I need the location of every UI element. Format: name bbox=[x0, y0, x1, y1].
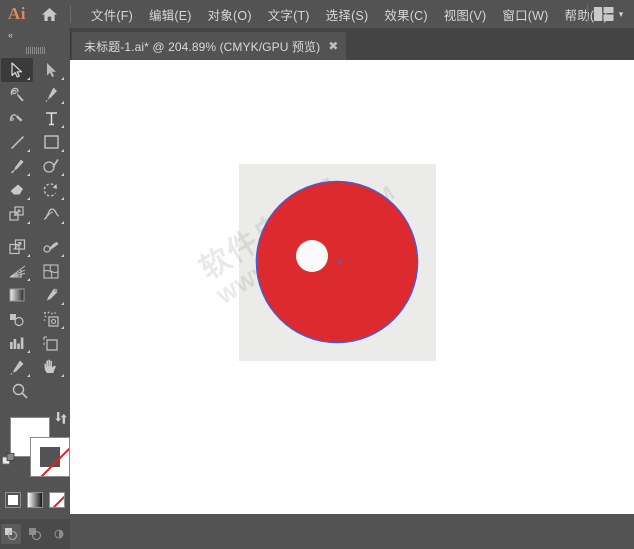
workspace-controls: ▾ bbox=[581, 0, 628, 28]
tool-flyout-indicator bbox=[61, 77, 64, 80]
default-fill-stroke-icon[interactable] bbox=[2, 453, 16, 467]
menu-item-select[interactable]: 选择(S) bbox=[318, 1, 377, 28]
pen-tool[interactable] bbox=[35, 82, 67, 106]
menu-item-list: 文件(F) 编辑(E) 对象(O) 文字(T) 选择(S) 效果(C) 视图(V… bbox=[83, 1, 616, 28]
perspective-grid-tool[interactable] bbox=[1, 259, 33, 283]
shape-builder-tool[interactable] bbox=[35, 235, 67, 259]
menu-item-window[interactable]: 窗口(W) bbox=[494, 1, 556, 28]
menu-item-effect[interactable]: 效果(C) bbox=[376, 1, 435, 28]
artboard-tool[interactable] bbox=[35, 331, 67, 355]
menu-item-view[interactable]: 视图(V) bbox=[436, 1, 495, 28]
zoom-tool[interactable] bbox=[4, 379, 36, 403]
rotate-tool[interactable] bbox=[35, 178, 67, 202]
type-tool[interactable] bbox=[35, 106, 67, 130]
draw-mode-bar bbox=[0, 519, 70, 549]
collapse-panel-icon[interactable]: « bbox=[0, 28, 70, 42]
stroke-swatch-inner bbox=[40, 447, 60, 467]
menu-item-edit[interactable]: 编辑(E) bbox=[141, 1, 200, 28]
chevron-down-icon[interactable]: ▾ bbox=[614, 0, 628, 28]
draw-normal-button[interactable] bbox=[1, 524, 21, 544]
tool-flyout-indicator bbox=[27, 77, 30, 80]
symbol-sprayer-tool[interactable] bbox=[35, 307, 67, 331]
tool-flyout-indicator bbox=[27, 278, 30, 281]
workspace-layout-icon[interactable] bbox=[594, 7, 614, 21]
workspace-divider bbox=[587, 5, 588, 23]
tool-flyout-indicator bbox=[61, 254, 64, 257]
home-icon[interactable] bbox=[34, 0, 64, 28]
rectangle-tool[interactable] bbox=[35, 130, 67, 154]
selection-tool[interactable] bbox=[1, 58, 33, 82]
draw-inside-button[interactable] bbox=[49, 524, 69, 544]
slice-tool[interactable] bbox=[1, 355, 33, 379]
white-circle[interactable] bbox=[296, 240, 328, 272]
center-anchor-point: × bbox=[336, 257, 343, 267]
tool-flyout-indicator bbox=[27, 350, 30, 353]
tool-flyout-indicator bbox=[61, 125, 64, 128]
app-logo-icon: Ai bbox=[8, 4, 26, 23]
shaper-tool[interactable] bbox=[35, 154, 67, 178]
menu-item-type[interactable]: 文字(T) bbox=[260, 1, 318, 28]
column-graph-tool[interactable] bbox=[1, 331, 33, 355]
draw-behind-button[interactable] bbox=[25, 524, 45, 544]
swap-fill-stroke-icon[interactable] bbox=[54, 411, 68, 425]
paintbrush-tool[interactable] bbox=[1, 154, 33, 178]
scale-tool[interactable] bbox=[1, 202, 33, 226]
eyedropper-tool[interactable] bbox=[35, 283, 67, 307]
tool-flyout-indicator bbox=[61, 149, 64, 152]
tool-flyout-indicator bbox=[61, 173, 64, 176]
document-canvas[interactable]: 软件自学网 WWW.RJZXW.COM × bbox=[70, 60, 634, 514]
tool-flyout-indicator bbox=[61, 197, 64, 200]
tool-flyout-indicator bbox=[61, 326, 64, 329]
tool-flyout-indicator bbox=[27, 254, 30, 257]
tool-flyout-indicator bbox=[27, 197, 30, 200]
panel-drag-handle[interactable] bbox=[0, 42, 70, 58]
illustrator-window: Ai 文件(F) 编辑(E) 对象(O) 文字(T) 选择(S) 效果(C) 视… bbox=[0, 0, 634, 549]
menu-item-file[interactable]: 文件(F) bbox=[83, 1, 141, 28]
gradient-tool[interactable] bbox=[1, 283, 33, 307]
tool-grid bbox=[0, 58, 70, 403]
width-tool[interactable] bbox=[35, 202, 67, 226]
document-tab-bar: 未标题-1.ai* @ 204.89% (CMYK/GPU 预览) ✖ bbox=[70, 28, 634, 60]
curvature-tool[interactable] bbox=[1, 106, 33, 130]
close-icon[interactable]: ✖ bbox=[320, 32, 346, 60]
free-transform-tool[interactable] bbox=[1, 235, 33, 259]
tool-flyout-indicator bbox=[27, 149, 30, 152]
tool-flyout-indicator bbox=[27, 374, 30, 377]
direct-selection-tool[interactable] bbox=[35, 58, 67, 82]
document-tab-title: 未标题-1.ai* @ 204.89% (CMYK/GPU 预览) bbox=[84, 39, 321, 54]
color-mode-button[interactable] bbox=[5, 492, 21, 508]
blend-tool[interactable] bbox=[1, 307, 33, 331]
eraser-tool[interactable] bbox=[1, 178, 33, 202]
menu-bar: Ai 文件(F) 编辑(E) 对象(O) 文字(T) 选择(S) 效果(C) 视… bbox=[0, 0, 634, 28]
none-slash-icon bbox=[50, 493, 64, 507]
line-segment-tool[interactable] bbox=[1, 130, 33, 154]
hand-tool[interactable] bbox=[35, 355, 67, 379]
tool-flyout-indicator bbox=[27, 221, 30, 224]
document-tab[interactable]: 未标题-1.ai* @ 204.89% (CMYK/GPU 预览) ✖ bbox=[72, 32, 347, 60]
paint-mode-bar bbox=[0, 487, 70, 513]
menu-divider bbox=[70, 5, 71, 23]
tool-flyout-indicator bbox=[27, 173, 30, 176]
tools-panel: « bbox=[0, 28, 71, 549]
tool-flyout-indicator bbox=[61, 221, 64, 224]
magic-wand-tool[interactable] bbox=[1, 82, 33, 106]
menu-item-object[interactable]: 对象(O) bbox=[200, 1, 260, 28]
gradient-mode-button[interactable] bbox=[27, 492, 43, 508]
tool-flyout-indicator bbox=[61, 302, 64, 305]
tool-flyout-indicator bbox=[61, 374, 64, 377]
none-mode-button[interactable] bbox=[49, 492, 65, 508]
stroke-swatch[interactable] bbox=[30, 437, 70, 477]
fill-stroke-controls bbox=[0, 409, 70, 483]
tool-flyout-indicator bbox=[61, 101, 64, 104]
mesh-tool[interactable] bbox=[35, 259, 67, 283]
